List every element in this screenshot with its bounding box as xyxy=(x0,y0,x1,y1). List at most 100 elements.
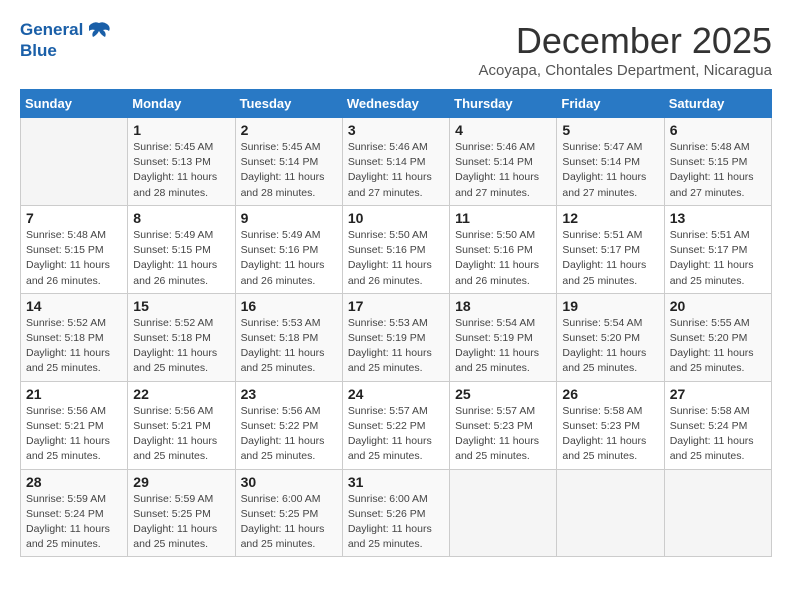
day-number: 1 xyxy=(133,122,229,138)
day-number: 24 xyxy=(348,386,444,402)
day-info: Sunrise: 5:49 AM Sunset: 5:16 PM Dayligh… xyxy=(241,228,337,289)
day-number: 4 xyxy=(455,122,551,138)
calendar-cell xyxy=(557,469,664,557)
calendar-cell: 9Sunrise: 5:49 AM Sunset: 5:16 PM Daylig… xyxy=(235,205,342,293)
header: General Blue December 2025 Acoyapa, Chon… xyxy=(20,20,772,79)
calendar-cell: 14Sunrise: 5:52 AM Sunset: 5:18 PM Dayli… xyxy=(21,293,128,381)
day-info: Sunrise: 5:54 AM Sunset: 5:19 PM Dayligh… xyxy=(455,316,551,377)
day-number: 16 xyxy=(241,298,337,314)
day-info: Sunrise: 5:50 AM Sunset: 5:16 PM Dayligh… xyxy=(348,228,444,289)
calendar-cell: 26 Sunrise: 5:58 AM Sunset: 5:23 PM Dayli… xyxy=(557,381,664,469)
day-number: 30 xyxy=(241,474,337,490)
day-info: Sunrise: 5:58 AM Sunset: 5:23 PM Dayligh… xyxy=(562,404,658,465)
day-info: Sunrise: 5:52 AM Sunset: 5:18 PM Dayligh… xyxy=(133,316,229,377)
location-subtitle: Acoyapa, Chontales Department, Nicaragua xyxy=(479,62,773,79)
calendar-cell: 11Sunrise: 5:50 AM Sunset: 5:16 PM Dayli… xyxy=(450,205,557,293)
column-header-thursday: Thursday xyxy=(450,90,557,118)
calendar-cell: 24 Sunrise: 5:57 AM Sunset: 5:22 PM Dayli… xyxy=(342,381,449,469)
day-number: 5 xyxy=(562,122,658,138)
day-info: Sunrise: 5:51 AM Sunset: 5:17 PM Dayligh… xyxy=(562,228,658,289)
calendar-cell: 12 Sunrise: 5:51 AM Sunset: 5:17 PM Dayli… xyxy=(557,205,664,293)
logo-text: General Blue xyxy=(20,20,111,60)
day-number: 31 xyxy=(348,474,444,490)
calendar-header-row: SundayMondayTuesdayWednesdayThursdayFrid… xyxy=(21,90,772,118)
day-info: Sunrise: 5:46 AM Sunset: 5:14 PM Dayligh… xyxy=(348,140,444,201)
day-info: Sunrise: 5:49 AM Sunset: 5:15 PM Dayligh… xyxy=(133,228,229,289)
day-info: Sunrise: 5:53 AM Sunset: 5:18 PM Dayligh… xyxy=(241,316,337,377)
day-number: 15 xyxy=(133,298,229,314)
column-header-sunday: Sunday xyxy=(21,90,128,118)
day-info: Sunrise: 5:45 AM Sunset: 5:14 PM Dayligh… xyxy=(241,140,337,201)
day-number: 26 xyxy=(562,386,658,402)
calendar-cell: 25 Sunrise: 5:57 AM Sunset: 5:23 PM Dayli… xyxy=(450,381,557,469)
day-info: Sunrise: 5:57 AM Sunset: 5:22 PM Dayligh… xyxy=(348,404,444,465)
column-header-saturday: Saturday xyxy=(664,90,771,118)
day-info: Sunrise: 5:56 AM Sunset: 5:22 PM Dayligh… xyxy=(241,404,337,465)
day-number: 27 xyxy=(670,386,766,402)
calendar-cell: 5 Sunrise: 5:47 AM Sunset: 5:14 PM Daylig… xyxy=(557,118,664,206)
calendar-cell: 6 Sunrise: 5:48 AM Sunset: 5:15 PM Daylig… xyxy=(664,118,771,206)
day-number: 10 xyxy=(348,210,444,226)
day-info: Sunrise: 5:58 AM Sunset: 5:24 PM Dayligh… xyxy=(670,404,766,465)
calendar-table: SundayMondayTuesdayWednesdayThursdayFrid… xyxy=(20,89,772,557)
day-number: 17 xyxy=(348,298,444,314)
day-info: Sunrise: 5:57 AM Sunset: 5:23 PM Dayligh… xyxy=(455,404,551,465)
day-info: Sunrise: 5:53 AM Sunset: 5:19 PM Dayligh… xyxy=(348,316,444,377)
calendar-cell: 2 Sunrise: 5:45 AM Sunset: 5:14 PM Daylig… xyxy=(235,118,342,206)
month-title: December 2025 xyxy=(479,20,773,62)
calendar-cell: 30 Sunrise: 6:00 AM Sunset: 5:25 PM Dayli… xyxy=(235,469,342,557)
day-number: 25 xyxy=(455,386,551,402)
day-info: Sunrise: 5:59 AM Sunset: 5:24 PM Dayligh… xyxy=(26,492,122,553)
column-header-wednesday: Wednesday xyxy=(342,90,449,118)
calendar-cell: 13Sunrise: 5:51 AM Sunset: 5:17 PM Dayli… xyxy=(664,205,771,293)
day-number: 22 xyxy=(133,386,229,402)
day-info: Sunrise: 6:00 AM Sunset: 5:25 PM Dayligh… xyxy=(241,492,337,553)
day-number: 7 xyxy=(26,210,122,226)
day-number: 14 xyxy=(26,298,122,314)
calendar-cell: 29 Sunrise: 5:59 AM Sunset: 5:25 PM Dayli… xyxy=(128,469,235,557)
day-number: 28 xyxy=(26,474,122,490)
logo-bird-icon xyxy=(89,21,111,41)
calendar-cell: 22 Sunrise: 5:56 AM Sunset: 5:21 PM Dayli… xyxy=(128,381,235,469)
day-info: Sunrise: 5:56 AM Sunset: 5:21 PM Dayligh… xyxy=(26,404,122,465)
calendar-cell xyxy=(450,469,557,557)
calendar-cell: 7 Sunrise: 5:48 AM Sunset: 5:15 PM Daylig… xyxy=(21,205,128,293)
day-number: 21 xyxy=(26,386,122,402)
day-number: 23 xyxy=(241,386,337,402)
day-number: 6 xyxy=(670,122,766,138)
day-number: 3 xyxy=(348,122,444,138)
calendar-week-row: 14 Sunrise: 5:52 AM Sunset: 5:18 PM Dayli… xyxy=(21,293,772,381)
day-info: Sunrise: 5:59 AM Sunset: 5:25 PM Dayligh… xyxy=(133,492,229,553)
calendar-cell: 18 Sunrise: 5:54 AM Sunset: 5:19 PM Dayli… xyxy=(450,293,557,381)
day-info: Sunrise: 5:54 AM Sunset: 5:20 PM Dayligh… xyxy=(562,316,658,377)
calendar-week-row: 1Sunrise: 5:45 AM Sunset: 5:13 PM Daylig… xyxy=(21,118,772,206)
calendar-cell: 1Sunrise: 5:45 AM Sunset: 5:13 PM Daylig… xyxy=(128,118,235,206)
calendar-week-row: 28 Sunrise: 5:59 AM Sunset: 5:24 PM Dayli… xyxy=(21,469,772,557)
calendar-cell: 15 Sunrise: 5:52 AM Sunset: 5:18 PM Dayli… xyxy=(128,293,235,381)
calendar-cell: 8 Sunrise: 5:49 AM Sunset: 5:15 PM Daylig… xyxy=(128,205,235,293)
calendar-cell: 31Sunrise: 6:00 AM Sunset: 5:26 PM Dayli… xyxy=(342,469,449,557)
day-number: 2 xyxy=(241,122,337,138)
day-info: Sunrise: 5:48 AM Sunset: 5:15 PM Dayligh… xyxy=(26,228,122,289)
day-number: 8 xyxy=(133,210,229,226)
calendar-cell xyxy=(21,118,128,206)
day-number: 13 xyxy=(670,210,766,226)
column-header-friday: Friday xyxy=(557,90,664,118)
day-info: Sunrise: 5:56 AM Sunset: 5:21 PM Dayligh… xyxy=(133,404,229,465)
day-info: Sunrise: 5:48 AM Sunset: 5:15 PM Dayligh… xyxy=(670,140,766,201)
calendar-cell: 19Sunrise: 5:54 AM Sunset: 5:20 PM Dayli… xyxy=(557,293,664,381)
column-header-monday: Monday xyxy=(128,90,235,118)
calendar-cell: 27 Sunrise: 5:58 AM Sunset: 5:24 PM Dayli… xyxy=(664,381,771,469)
calendar-cell: 16 Sunrise: 5:53 AM Sunset: 5:18 PM Dayli… xyxy=(235,293,342,381)
day-info: Sunrise: 5:46 AM Sunset: 5:14 PM Dayligh… xyxy=(455,140,551,201)
calendar-cell: 10 Sunrise: 5:50 AM Sunset: 5:16 PM Dayli… xyxy=(342,205,449,293)
calendar-cell: 4 Sunrise: 5:46 AM Sunset: 5:14 PM Daylig… xyxy=(450,118,557,206)
title-area: December 2025 Acoyapa, Chontales Departm… xyxy=(479,20,773,79)
day-info: Sunrise: 5:47 AM Sunset: 5:14 PM Dayligh… xyxy=(562,140,658,201)
calendar-cell: 28 Sunrise: 5:59 AM Sunset: 5:24 PM Dayli… xyxy=(21,469,128,557)
day-number: 12 xyxy=(562,210,658,226)
day-number: 18 xyxy=(455,298,551,314)
calendar-cell: 17 Sunrise: 5:53 AM Sunset: 5:19 PM Dayli… xyxy=(342,293,449,381)
day-number: 29 xyxy=(133,474,229,490)
calendar-week-row: 21 Sunrise: 5:56 AM Sunset: 5:21 PM Dayli… xyxy=(21,381,772,469)
